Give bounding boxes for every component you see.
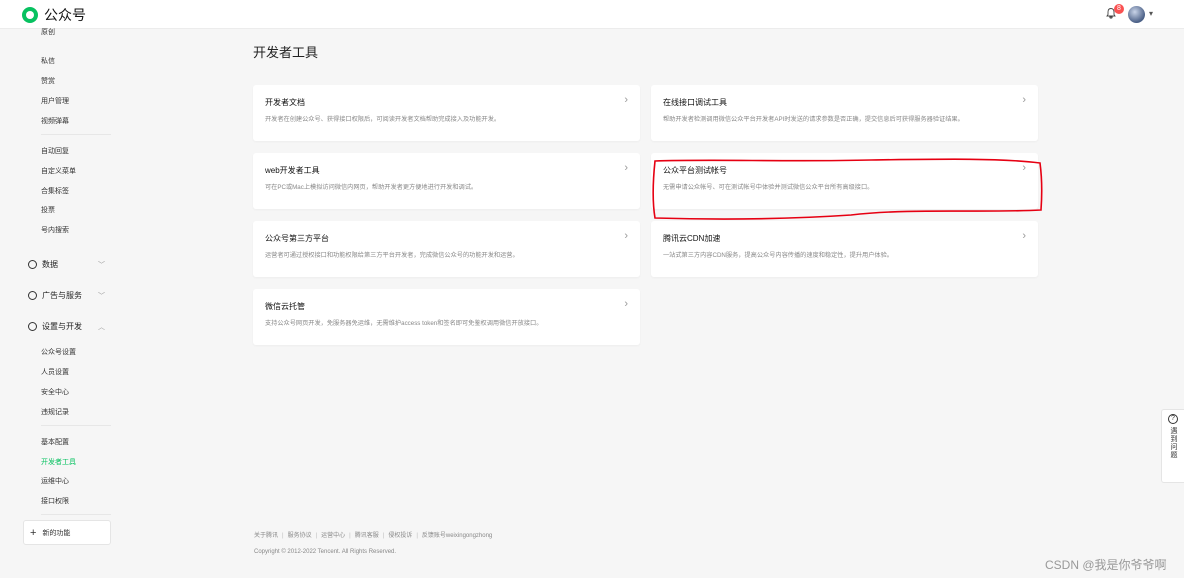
card-title: web开发者工具: [265, 166, 320, 175]
chevron-right-icon: ›: [624, 162, 628, 174]
card-description: 一站式第三方内容CDN服务，提高公众号内容传播的速度和稳定性，提升用户体验。: [663, 252, 893, 259]
card-title: 微信云托管: [265, 302, 305, 311]
chevron-up-icon: ︿: [98, 323, 105, 331]
footer-link-about[interactable]: 关于腾讯: [254, 533, 278, 539]
card-title: 在线接口调试工具: [663, 98, 727, 107]
sidebar-item-basic-config[interactable]: 基本配置: [41, 437, 69, 447]
chevron-down-icon[interactable]: ▾: [1149, 9, 1153, 18]
new-feature-label: 新的功能: [42, 529, 71, 537]
chevron-right-icon: ›: [624, 94, 628, 106]
card-title: 开发者文档: [265, 98, 305, 107]
footer-link-ops[interactable]: 运营中心: [321, 533, 345, 539]
chevron-down-icon: ﹀: [98, 292, 105, 300]
sidebar-group-ads[interactable]: 广告与服务 ﹀: [28, 290, 108, 301]
chevron-right-icon: ›: [1022, 94, 1026, 106]
sidebar-item-auto-reply[interactable]: 自动回复: [41, 146, 69, 156]
feedback-tab[interactable]: ? 遇到问题: [1161, 409, 1184, 483]
footer-separator: |: [349, 533, 351, 539]
footer-link-feedback[interactable]: 反馈账号weixingongzhong: [422, 533, 492, 539]
plus-icon: +: [30, 526, 37, 539]
question-icon: ?: [1168, 414, 1178, 424]
sidebar-group-label: 设置与开发: [42, 322, 82, 331]
sidebar-group-label: 广告与服务: [42, 291, 82, 300]
sidebar-item-violations[interactable]: 违规记录: [41, 407, 69, 417]
sidebar-group-settings[interactable]: 设置与开发 ︿: [28, 321, 108, 332]
sidebar-item-account-settings[interactable]: 公众号设置: [41, 347, 76, 357]
sidebar-item-search[interactable]: 号内搜索: [41, 225, 69, 235]
watermark: CSDN @我是你爷爷啊: [1045, 558, 1167, 572]
notification-badge: 8: [1114, 4, 1124, 14]
copyright: Copyright © 2012-2022 Tencent. All Right…: [254, 549, 397, 555]
card-tencent-cdn[interactable]: 腾讯云CDN加速 一站式第三方内容CDN服务，提高公众号内容传播的速度和稳定性，…: [651, 221, 1038, 277]
card-description: 开发者在创建公众号、获得接口权限后，可阅读开发者文档帮助完成接入及功能开发。: [265, 116, 501, 123]
sidebar-item-people-settings[interactable]: 人员设置: [41, 367, 69, 377]
sidebar: 原创 私信 赞赏 用户管理 视频弹幕 自动回复 自定义菜单 合集标签 投票 号内…: [0, 29, 118, 578]
sidebar-item-security[interactable]: 安全中心: [41, 387, 69, 397]
card-description: 运营者可通过授权接口和功能权限给第三方平台开发者，完成微信公众号的功能开发和运营…: [265, 252, 519, 259]
chevron-down-icon: ﹀: [98, 261, 105, 269]
chevron-right-icon: ›: [1022, 230, 1026, 242]
chevron-right-icon: ›: [624, 298, 628, 310]
card-third-party-platform[interactable]: 公众号第三方平台 运营者可通过授权接口和功能权限给第三方平台开发者，完成微信公众…: [253, 221, 640, 277]
card-description: 可在PC或Mac上模拟访问微信内网页，帮助开发者更方便地进行开发和调试。: [265, 184, 478, 191]
card-title: 公众号第三方平台: [265, 234, 329, 243]
footer-separator: |: [282, 533, 284, 539]
new-feature-button[interactable]: + 新的功能: [23, 520, 111, 545]
sidebar-item-reward[interactable]: 赞赏: [41, 76, 55, 86]
footer-link-terms[interactable]: 服务协议: [288, 533, 312, 539]
compass-icon: [28, 291, 37, 300]
sidebar-item-ops-center[interactable]: 运维中心: [41, 476, 69, 486]
sidebar-item-original[interactable]: 原创: [41, 27, 55, 37]
sidebar-item-collection-tags[interactable]: 合集标签: [41, 186, 69, 196]
app-logo[interactable]: 公众号: [22, 5, 86, 25]
wechat-logo-icon: [22, 7, 38, 23]
feedback-label: 遇到问题: [1170, 427, 1177, 459]
footer-separator: |: [382, 533, 385, 539]
sidebar-item-vote[interactable]: 投票: [41, 205, 55, 215]
card-title: 腾讯云CDN加速: [663, 234, 721, 243]
footer-links: 关于腾讯 | 服务协议 | 运营中心 | 腾讯客服 | 侵权投诉 | 反馈账号weixingongz…: [254, 530, 492, 539]
card-web-devtools[interactable]: web开发者工具 可在PC或Mac上模拟访问微信内网页，帮助开发者更方便地进行开…: [253, 153, 640, 209]
sidebar-item-dev-tools[interactable]: 开发者工具: [41, 457, 76, 467]
avatar[interactable]: [1128, 6, 1145, 23]
clock-icon: [28, 260, 37, 269]
sidebar-divider: [41, 134, 111, 135]
gear-icon: [28, 322, 37, 331]
sidebar-item-users[interactable]: 用户管理: [41, 96, 69, 106]
card-wechat-cloud-hosting[interactable]: 微信云托管 支持公众号网页开发，免服务器免运维，无需维护access token…: [253, 289, 640, 345]
app-name: 公众号: [44, 7, 86, 23]
top-bar: 公众号 8 ▾: [0, 0, 1184, 29]
sidebar-item-custom-menu[interactable]: 自定义菜单: [41, 166, 76, 176]
red-annotation-outline: [652, 158, 1043, 220]
card-description: 支持公众号网页开发，免服务器免运维，无需维护access token和签名即可免…: [265, 320, 543, 327]
footer-link-infringement[interactable]: 侵权投诉: [388, 533, 412, 539]
card-description: 帮助开发者检测调用微信公众平台开发者API时发送的请求参数是否正确，提交信息后可…: [663, 116, 964, 123]
sidebar-group-label: 数据: [42, 260, 58, 269]
chevron-right-icon: ›: [624, 230, 628, 242]
sidebar-divider: [41, 514, 111, 515]
sidebar-item-api-permissions[interactable]: 接口权限: [41, 496, 69, 506]
sidebar-group-data[interactable]: 数据 ﹀: [28, 259, 108, 270]
page-title: 开发者工具: [253, 45, 319, 60]
sidebar-item-messages[interactable]: 私信: [41, 56, 55, 66]
footer-separator: |: [416, 533, 418, 539]
footer-separator: |: [315, 533, 318, 539]
card-api-debug[interactable]: 在线接口调试工具 帮助开发者检测调用微信公众平台开发者API时发送的请求参数是否…: [651, 85, 1038, 141]
sidebar-item-video-danmaku[interactable]: 视频弹幕: [41, 116, 69, 126]
footer-link-support[interactable]: 腾讯客服: [355, 533, 379, 539]
card-dev-docs[interactable]: 开发者文档 开发者在创建公众号、获得接口权限后，可阅读开发者文档帮助完成接入及功…: [253, 85, 640, 141]
sidebar-divider: [41, 425, 111, 426]
